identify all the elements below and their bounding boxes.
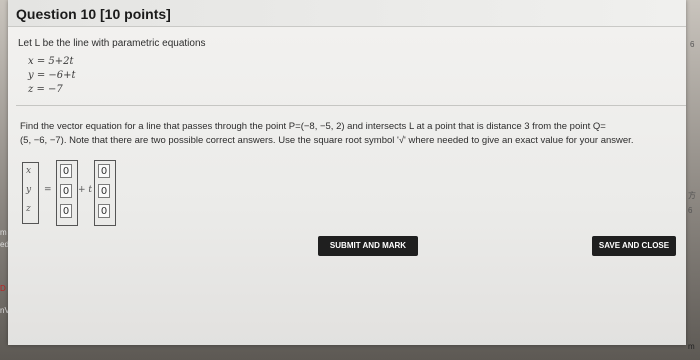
plus-t-label: + t [78,185,93,195]
question-header: Question 10 [10 points] [8,0,686,27]
point-z-input[interactable]: 0 [60,204,72,218]
direction-z-input[interactable]: 0 [98,204,110,218]
divider [16,105,686,106]
equation-y: y = −6+t [28,70,76,81]
bracket [30,162,39,224]
vector-equation-answer: x y z = 0 0 0 + t 0 0 0 [20,158,120,228]
submit-and-mark-button[interactable]: SUBMIT AND MARK [318,236,418,256]
question-intro: Let L be the line with parametric equati… [18,38,206,49]
point-y-input[interactable]: 0 [60,184,72,198]
prompt-line-2: (5, −6, −7). Note that there are two pos… [20,135,634,146]
prompt-line-1: Find the vector equation for a line that… [20,121,606,132]
question-title: Question 10 [10 points] [16,6,171,22]
question-prompt: Find the vector equation for a line that… [20,120,680,148]
save-and-close-button[interactable]: SAVE AND CLOSE [592,236,676,256]
var-x: x [26,166,32,176]
equation-z: z = −7 [28,84,63,95]
right-edge-fragment: 6 [688,206,693,215]
question-panel: Question 10 [10 points] Let L be the lin… [8,0,686,345]
equation-x: x = 5+2t [28,56,74,67]
equals-sign: = [44,185,52,195]
right-edge-fragment: 6 [690,40,695,49]
direction-x-input[interactable]: 0 [98,164,110,178]
point-x-input[interactable]: 0 [60,164,72,178]
direction-y-input[interactable]: 0 [98,184,110,198]
var-y: y [26,185,32,195]
left-edge-fragment: m [0,228,7,237]
right-edge-fragment: m [688,342,695,351]
right-edge-fragment: 方 [688,191,696,200]
var-z: z [26,204,31,214]
left-edge-fragment: D [0,284,6,293]
